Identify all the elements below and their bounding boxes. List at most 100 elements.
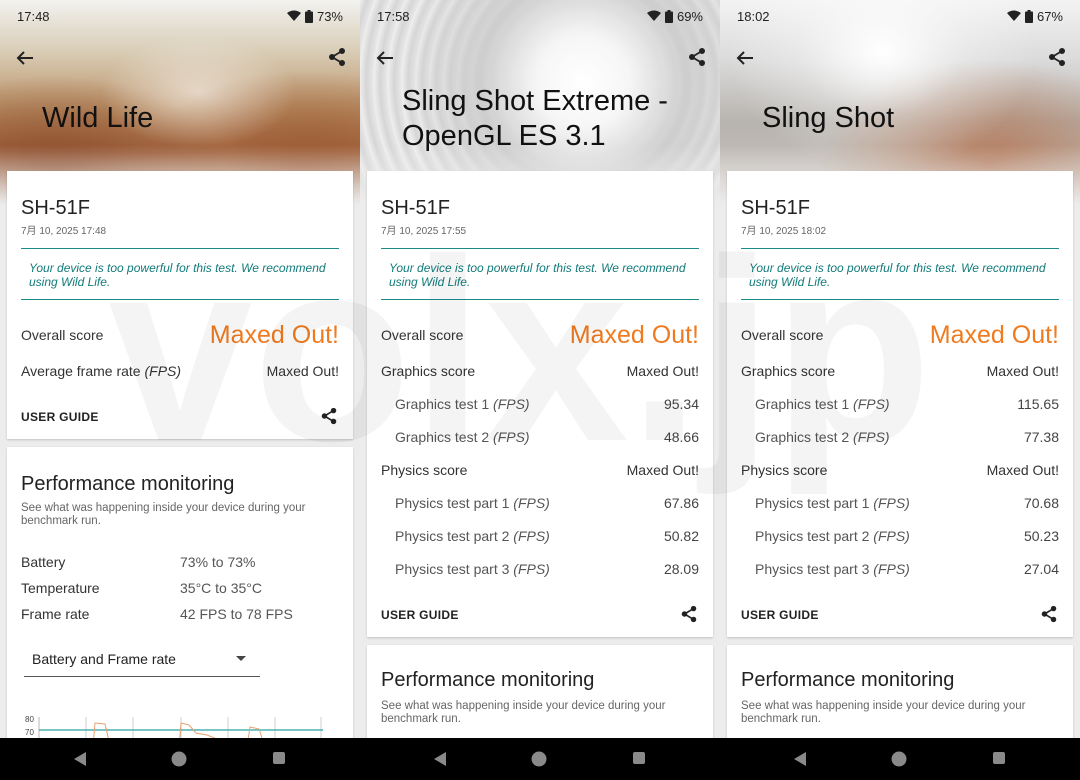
score-row-unit: (FPS) bbox=[873, 561, 910, 577]
user-guide-link[interactable]: USER GUIDE bbox=[21, 410, 99, 424]
score-row-label: Graphics score bbox=[741, 363, 836, 379]
overall-score-label: Overall score bbox=[381, 327, 464, 343]
score-row-value: 115.65 bbox=[1017, 396, 1059, 412]
score-row: Physics test part 1 (FPS) 67.86 bbox=[381, 493, 699, 513]
status-battery: 69% bbox=[676, 8, 703, 24]
performance-card: Performance monitoring See what was happ… bbox=[727, 645, 1073, 738]
score-row-unit: (FPS) bbox=[493, 429, 530, 445]
score-row-label: Physics score bbox=[381, 462, 468, 478]
arrow-left-icon[interactable] bbox=[734, 47, 756, 69]
score-row-unit: (FPS) bbox=[513, 495, 550, 511]
notice-message: Your device is too powerful for this tes… bbox=[381, 248, 699, 300]
score-row-label: Graphics test 1 bbox=[395, 396, 490, 412]
overall-score-row: Overall score Maxed Out! bbox=[21, 320, 339, 349]
score-row-unit: (FPS) bbox=[873, 528, 910, 544]
status-time: 18:02 bbox=[737, 8, 770, 24]
metric-row: Battery 73% to 73% bbox=[21, 554, 339, 572]
score-row: Graphics test 1 (FPS) 95.34 bbox=[381, 394, 699, 414]
score-row: Graphics test 1 (FPS) 115.65 bbox=[741, 394, 1059, 414]
score-row-value: 50.23 bbox=[1023, 528, 1059, 544]
score-row-value: Maxed Out! bbox=[266, 363, 339, 379]
score-row-label: Physics test part 2 bbox=[395, 528, 510, 544]
chart-type-dropdown[interactable]: Battery and Frame rate bbox=[24, 643, 260, 677]
score-row-label: Physics test part 3 bbox=[395, 561, 510, 577]
score-row-value: 50.82 bbox=[663, 528, 699, 544]
share-icon[interactable] bbox=[326, 46, 348, 68]
nav-back-icon[interactable] bbox=[792, 751, 808, 767]
score-row-label: Graphics test 2 bbox=[395, 429, 490, 445]
wifi-icon bbox=[646, 10, 661, 21]
user-guide-link[interactable]: USER GUIDE bbox=[741, 608, 819, 622]
score-row: Graphics score Maxed Out! bbox=[741, 361, 1059, 381]
score-row: Average frame rate (FPS) Maxed Out! bbox=[21, 361, 339, 381]
performance-description: See what was happening inside your devic… bbox=[381, 700, 666, 725]
status-bar: 17:58 69% bbox=[360, 0, 720, 32]
score-row-unit: (FPS) bbox=[513, 528, 550, 544]
performance-card: Performance monitoring See what was happ… bbox=[7, 447, 353, 738]
score-row-label: Graphics test 1 bbox=[755, 396, 850, 412]
metric-row: Frame rate 42 FPS to 78 FPS bbox=[21, 606, 339, 624]
share-icon[interactable] bbox=[1039, 604, 1059, 624]
score-row-value: 70.68 bbox=[1023, 495, 1059, 511]
status-battery: 73% bbox=[316, 8, 343, 24]
performance-description: See what was happening inside your devic… bbox=[741, 700, 1026, 725]
score-row-unit: (FPS) bbox=[513, 561, 550, 577]
screen-sling-shot-extreme: 17:58 69% Sling Shot Extreme - OpenGL ES… bbox=[360, 0, 720, 738]
device-name: SH-51F bbox=[741, 197, 810, 219]
metric-label: Temperature bbox=[21, 580, 100, 596]
result-date: 7月 10, 2025 17:55 bbox=[381, 226, 467, 237]
performance-title: Performance monitoring bbox=[741, 669, 955, 691]
score-row: Physics score Maxed Out! bbox=[381, 460, 699, 480]
overall-score-row: Overall score Maxed Out! bbox=[741, 320, 1059, 349]
share-icon[interactable] bbox=[1046, 46, 1068, 68]
result-date: 7月 10, 2025 18:02 bbox=[741, 226, 827, 237]
page-title: Sling Shot Extreme - OpenGL ES 3.1 bbox=[402, 85, 668, 152]
notice-message: Your device is too powerful for this tes… bbox=[21, 248, 339, 300]
score-row-value: 67.86 bbox=[663, 495, 699, 511]
battery-icon bbox=[664, 9, 673, 23]
page-title: Sling Shot bbox=[762, 102, 895, 134]
overall-score-value: Maxed Out! bbox=[929, 320, 1059, 349]
nav-back-icon[interactable] bbox=[72, 751, 88, 767]
score-row: Graphics score Maxed Out! bbox=[381, 361, 699, 381]
score-row-unit: (FPS) bbox=[853, 396, 890, 412]
score-row-label: Average frame rate bbox=[21, 363, 141, 379]
chart-y-tick: 80 bbox=[25, 715, 34, 724]
arrow-left-icon[interactable] bbox=[374, 47, 396, 69]
nav-recents-icon[interactable] bbox=[272, 751, 286, 765]
battery-icon bbox=[1024, 9, 1033, 23]
arrow-left-icon[interactable] bbox=[14, 47, 36, 69]
user-guide-link[interactable]: USER GUIDE bbox=[381, 608, 459, 622]
score-row-unit: (FPS) bbox=[493, 396, 530, 412]
nav-recents-icon[interactable] bbox=[632, 751, 646, 765]
share-icon[interactable] bbox=[686, 46, 708, 68]
performance-title: Performance monitoring bbox=[381, 669, 595, 691]
score-row: Graphics test 2 (FPS) 48.66 bbox=[381, 427, 699, 447]
nav-home-icon[interactable] bbox=[171, 751, 187, 767]
score-row: Physics test part 1 (FPS) 70.68 bbox=[741, 493, 1059, 513]
metric-label: Frame rate bbox=[21, 606, 90, 622]
score-card: SH-51F 7月 10, 2025 17:55 Your device is … bbox=[367, 171, 713, 637]
share-icon[interactable] bbox=[319, 406, 339, 426]
overall-score-row: Overall score Maxed Out! bbox=[381, 321, 699, 349]
score-row-value: 27.04 bbox=[1023, 561, 1059, 577]
score-row-label: Graphics score bbox=[381, 363, 476, 379]
page-title: Wild Life bbox=[42, 102, 154, 134]
score-row-unit: (FPS) bbox=[873, 495, 910, 511]
overall-score-value: Maxed Out! bbox=[209, 320, 339, 349]
performance-chart: 80 70 bbox=[25, 715, 323, 738]
status-battery: 67% bbox=[1036, 8, 1063, 24]
metric-value: 42 FPS to 78 FPS bbox=[180, 606, 293, 622]
nav-back-icon[interactable] bbox=[432, 751, 448, 767]
nav-home-icon[interactable] bbox=[891, 751, 907, 767]
nav-home-icon[interactable] bbox=[531, 751, 547, 767]
share-icon[interactable] bbox=[679, 604, 699, 624]
score-card: SH-51F 7月 10, 2025 17:48 Your device is … bbox=[7, 171, 353, 439]
chart-y-tick: 70 bbox=[25, 728, 34, 737]
notice-message: Your device is too powerful for this tes… bbox=[741, 248, 1059, 300]
score-row-value: Maxed Out! bbox=[986, 462, 1059, 478]
overall-score-label: Overall score bbox=[741, 327, 824, 343]
nav-recents-icon[interactable] bbox=[992, 751, 1006, 765]
score-row-unit: (FPS) bbox=[144, 363, 182, 379]
performance-card: Performance monitoring See what was happ… bbox=[367, 645, 713, 738]
